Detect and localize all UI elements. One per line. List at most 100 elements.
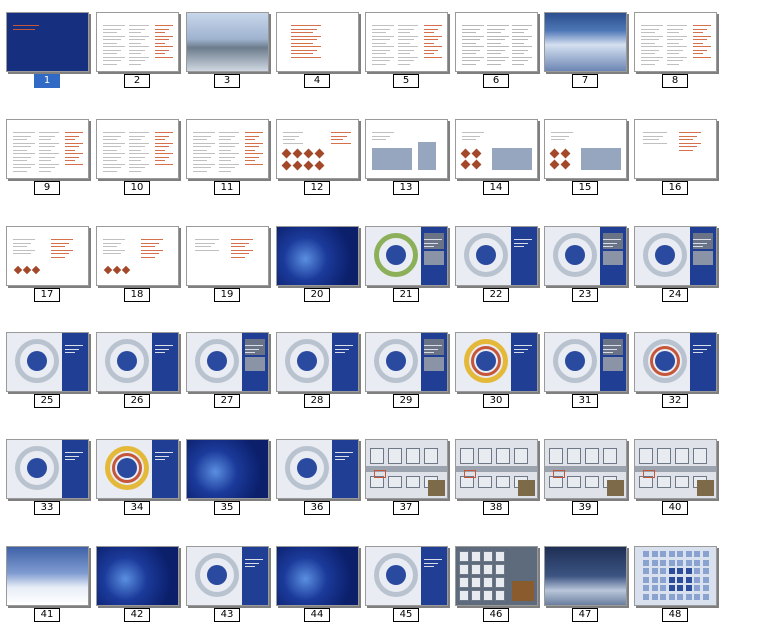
slide-number-label: 35 — [214, 501, 240, 515]
slide-preview-16[interactable] — [634, 119, 717, 179]
slide-thumbnail-46[interactable]: 46 — [453, 538, 539, 622]
slide-thumbnail-20[interactable]: 20 — [274, 218, 360, 302]
slide-thumbnail-33[interactable]: 33 — [4, 431, 90, 515]
slide-preview-9[interactable] — [6, 119, 89, 179]
slide-thumbnail-7[interactable]: 7 — [542, 4, 628, 88]
slide-preview-10[interactable] — [96, 119, 179, 179]
slide-preview-20[interactable] — [276, 226, 359, 286]
slide-thumbnail-3[interactable]: 3 — [184, 4, 270, 88]
slide-preview-45[interactable] — [365, 546, 448, 606]
slide-thumbnail-41[interactable]: 41 — [4, 538, 90, 622]
slide-preview-43[interactable] — [186, 546, 269, 606]
slide-preview-4[interactable] — [276, 12, 359, 72]
slide-thumbnail-38[interactable]: 38 — [453, 431, 539, 515]
slide-preview-2[interactable] — [96, 12, 179, 72]
slide-preview-13[interactable] — [365, 119, 448, 179]
slide-thumbnail-21[interactable]: 21 — [363, 218, 449, 302]
slide-thumbnail-9[interactable]: 9 — [4, 111, 90, 195]
slide-preview-23[interactable] — [544, 226, 627, 286]
slide-thumbnail-16[interactable]: 16 — [632, 111, 718, 195]
slide-preview-22[interactable] — [455, 226, 538, 286]
slide-thumbnail-34[interactable]: 34 — [94, 431, 180, 515]
slide-thumbnail-17[interactable]: 17 — [4, 218, 90, 302]
slide-preview-14[interactable] — [455, 119, 538, 179]
slide-preview-24[interactable] — [634, 226, 717, 286]
slide-preview-6[interactable] — [455, 12, 538, 72]
slide-thumbnail-13[interactable]: 13 — [363, 111, 449, 195]
slide-thumbnail-25[interactable]: 25 — [4, 324, 90, 408]
slide-thumbnail-28[interactable]: 28 — [274, 324, 360, 408]
slide-thumbnail-27[interactable]: 27 — [184, 324, 270, 408]
slide-preview-47[interactable] — [544, 546, 627, 606]
slide-thumbnail-42[interactable]: 42 — [94, 538, 180, 622]
slide-preview-18[interactable] — [96, 226, 179, 286]
slide-preview-5[interactable] — [365, 12, 448, 72]
slide-thumbnail-32[interactable]: 32 — [632, 324, 718, 408]
slide-preview-29[interactable] — [365, 332, 448, 392]
slide-preview-33[interactable] — [6, 439, 89, 499]
slide-thumbnail-40[interactable]: 40 — [632, 431, 718, 515]
slide-preview-44[interactable] — [276, 546, 359, 606]
slide-thumbnail-19[interactable]: 19 — [184, 218, 270, 302]
slide-preview-25[interactable] — [6, 332, 89, 392]
slide-preview-41[interactable] — [6, 546, 89, 606]
slide-thumbnail-11[interactable]: 11 — [184, 111, 270, 195]
slide-preview-34[interactable] — [96, 439, 179, 499]
slide-preview-39[interactable] — [544, 439, 627, 499]
slide-thumbnail-29[interactable]: 29 — [363, 324, 449, 408]
slide-thumbnail-35[interactable]: 35 — [184, 431, 270, 515]
slide-thumbnail-8[interactable]: 8 — [632, 4, 718, 88]
slide-preview-12[interactable] — [276, 119, 359, 179]
slide-thumbnail-36[interactable]: 36 — [274, 431, 360, 515]
slide-preview-37[interactable] — [365, 439, 448, 499]
slide-preview-40[interactable] — [634, 439, 717, 499]
slide-number-label: 37 — [393, 501, 419, 515]
slide-thumbnail-43[interactable]: 43 — [184, 538, 270, 622]
slide-thumbnail-14[interactable]: 14 — [453, 111, 539, 195]
slide-preview-17[interactable] — [6, 226, 89, 286]
slide-thumbnail-23[interactable]: 23 — [542, 218, 628, 302]
slide-thumbnail-18[interactable]: 18 — [94, 218, 180, 302]
slide-preview-1[interactable] — [6, 12, 89, 72]
slide-thumbnail-1[interactable]: 1 — [4, 4, 90, 88]
slide-thumbnail-24[interactable]: 24 — [632, 218, 718, 302]
slide-preview-46[interactable] — [455, 546, 538, 606]
slide-thumbnail-5[interactable]: 5 — [363, 4, 449, 88]
slide-preview-27[interactable] — [186, 332, 269, 392]
slide-thumbnail-37[interactable]: 37 — [363, 431, 449, 515]
slide-preview-7[interactable] — [544, 12, 627, 72]
slide-thumbnail-47[interactable]: 47 — [542, 538, 628, 622]
slide-preview-30[interactable] — [455, 332, 538, 392]
slide-thumbnail-2[interactable]: 2 — [94, 4, 180, 88]
slide-thumbnail-4[interactable]: 4 — [274, 4, 360, 88]
slide-thumbnail-15[interactable]: 15 — [542, 111, 628, 195]
slide-thumbnail-10[interactable]: 10 — [94, 111, 180, 195]
slide-preview-42[interactable] — [96, 546, 179, 606]
slide-thumbnail-31[interactable]: 31 — [542, 324, 628, 408]
slide-preview-28[interactable] — [276, 332, 359, 392]
slide-thumbnail-12[interactable]: 12 — [274, 111, 360, 195]
slide-preview-3[interactable] — [186, 12, 269, 72]
slide-thumbnail-22[interactable]: 22 — [453, 218, 539, 302]
slide-preview-32[interactable] — [634, 332, 717, 392]
slide-thumbnail-44[interactable]: 44 — [274, 538, 360, 622]
slide-preview-19[interactable] — [186, 226, 269, 286]
slide-preview-35[interactable] — [186, 439, 269, 499]
slide-thumbnail-26[interactable]: 26 — [94, 324, 180, 408]
slide-thumbnail-30[interactable]: 30 — [453, 324, 539, 408]
slide-preview-31[interactable] — [544, 332, 627, 392]
slide-thumbnail-6[interactable]: 6 — [453, 4, 539, 88]
slide-number-label: 3 — [214, 74, 240, 88]
slide-preview-38[interactable] — [455, 439, 538, 499]
slide-thumbnail-39[interactable]: 39 — [542, 431, 628, 515]
slide-thumbnail-48[interactable]: 48 — [632, 538, 718, 622]
slide-preview-8[interactable] — [634, 12, 717, 72]
slide-number-label: 42 — [124, 608, 150, 622]
slide-preview-15[interactable] — [544, 119, 627, 179]
slide-thumbnail-45[interactable]: 45 — [363, 538, 449, 622]
slide-preview-21[interactable] — [365, 226, 448, 286]
slide-preview-11[interactable] — [186, 119, 269, 179]
slide-preview-36[interactable] — [276, 439, 359, 499]
slide-preview-48[interactable] — [634, 546, 717, 606]
slide-preview-26[interactable] — [96, 332, 179, 392]
